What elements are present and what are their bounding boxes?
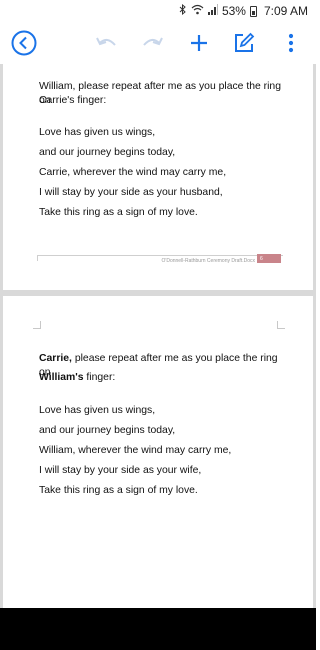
- footer-divider: [37, 255, 283, 256]
- document-page: William, please repeat after me as you p…: [3, 64, 313, 290]
- intro-text: finger:: [83, 372, 116, 383]
- page-body: William, please repeat after me as you p…: [39, 80, 289, 226]
- intro-line: William's finger:: [39, 371, 289, 385]
- editor-toolbar: [0, 22, 316, 64]
- redo-icon[interactable]: [137, 28, 167, 58]
- name-bold: Carrie,: [39, 353, 72, 364]
- vow-line: I will stay by your side as your wife,: [39, 465, 202, 476]
- footer-divider: [37, 255, 38, 261]
- bluetooth-icon: [179, 3, 187, 18]
- clock: 7:09 AM: [263, 4, 308, 18]
- plus-icon[interactable]: [184, 28, 214, 58]
- crop-mark: [277, 321, 285, 329]
- crop-mark: [33, 321, 41, 329]
- vow-line: Take this ring as a sign of my love.: [39, 207, 198, 218]
- status-bar: 53% 7:09 AM: [0, 0, 316, 22]
- document-viewer[interactable]: William, please repeat after me as you p…: [0, 64, 316, 608]
- name-bold: William's: [39, 372, 84, 383]
- vow-line: Take this ring as a sign of my love.: [39, 485, 198, 496]
- vow-line: Love has given us wings,: [39, 405, 156, 416]
- vow-line: William, wherever the wind may carry me,: [39, 445, 232, 456]
- wifi-icon: [191, 4, 204, 18]
- vow-line: and our journey begins today,: [39, 425, 176, 436]
- vow-line: and our journey begins today,: [39, 147, 176, 158]
- page-body: Carrie, please repeat after me as you pl…: [39, 352, 289, 504]
- more-vert-icon[interactable]: [276, 28, 306, 58]
- intro-line: Carrie's finger:: [39, 95, 107, 106]
- footer-document-title: O'Donnell-Rathburn Ceremony Draft.Docx: [161, 258, 256, 264]
- intro-line: William, please repeat after me as you p…: [39, 81, 281, 106]
- document-page: Carrie, please repeat after me as you pl…: [3, 296, 313, 608]
- navigation-bar: [0, 608, 316, 650]
- page-number-badge: 6: [257, 254, 281, 263]
- edit-icon[interactable]: [229, 28, 259, 58]
- signal-icon: [207, 4, 218, 18]
- battery-icon: [249, 5, 257, 17]
- intro-line: Carrie, please repeat after me as you pl…: [39, 352, 289, 378]
- back-circle-icon[interactable]: [9, 28, 39, 58]
- battery-percent: 53%: [221, 4, 246, 18]
- vow-line: I will stay by your side as your husband…: [39, 187, 223, 198]
- vow-line: Carrie, wherever the wind may carry me,: [39, 167, 227, 178]
- undo-icon[interactable]: [92, 28, 122, 58]
- vow-line: Love has given us wings,: [39, 127, 156, 138]
